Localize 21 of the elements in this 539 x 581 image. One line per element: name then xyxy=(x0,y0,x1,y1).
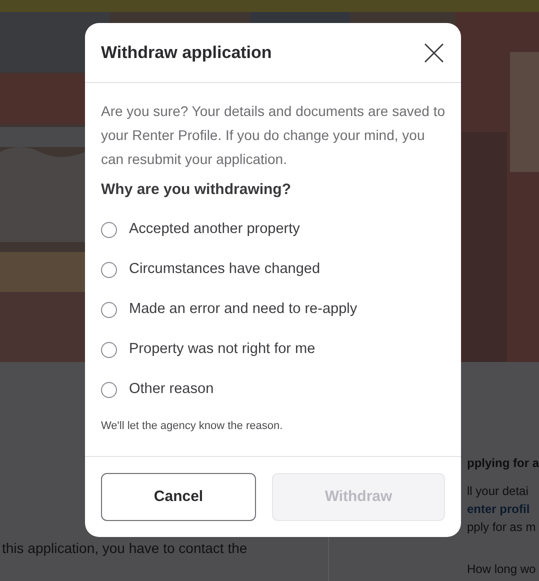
intro-text: Are you sure? Your details and documents are saved to your Renter Profile. If you do change your mind, you can resubmit your application. xyxy=(101,102,445,169)
radio-button[interactable] xyxy=(101,302,117,318)
radio-button[interactable] xyxy=(101,222,117,238)
cancel-button[interactable]: Cancel xyxy=(101,473,256,521)
reason-option[interactable]: Accepted another property xyxy=(101,210,445,250)
card-question: How long wo xyxy=(467,561,536,578)
reason-option[interactable]: Other reason xyxy=(101,370,445,410)
radio-button[interactable] xyxy=(101,382,117,398)
body-text: this application, you have to contact the xyxy=(2,539,248,558)
close-icon[interactable] xyxy=(423,42,445,64)
note-text: We'll let the agency know the reason. xyxy=(101,418,284,434)
reason-option[interactable]: Property was not right for me xyxy=(101,330,445,370)
card-heading: pplying for a xyxy=(467,455,539,472)
reason-option[interactable]: Made an error and need to re-apply xyxy=(101,290,445,330)
card-text: pply for as m xyxy=(467,519,536,536)
question-label: Why are you withdrawing? xyxy=(101,180,292,200)
radio-button[interactable] xyxy=(101,262,117,278)
card-text: ll your detai xyxy=(467,483,528,500)
radio-button[interactable] xyxy=(101,342,117,358)
reason-option[interactable]: Circumstances have changed xyxy=(101,250,445,290)
dialog-title: Withdraw application xyxy=(101,42,272,64)
